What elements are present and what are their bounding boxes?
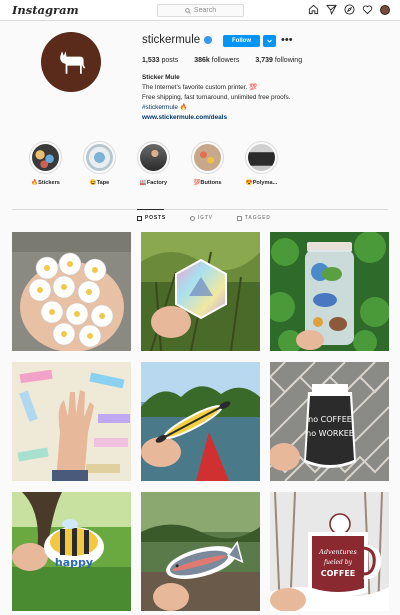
highlight-label: 😆Tape: [89, 180, 110, 186]
following-count-label: following: [274, 57, 303, 64]
profile-username: stickermule: [142, 34, 213, 46]
verified-badge-icon: [204, 36, 213, 44]
boston-stickers-image: [12, 362, 131, 481]
tab-tagged[interactable]: TAGGED: [236, 215, 271, 221]
nav-icons: [308, 4, 390, 15]
svg-text:no WORKEE: no WORKEE: [306, 429, 354, 438]
grid-icon: [137, 215, 142, 221]
top-nav: Instagram Search: [0, 0, 400, 21]
search-placeholder: Search: [193, 7, 217, 14]
tabs-divider: [12, 209, 388, 210]
active-tab-indicator: [137, 209, 164, 210]
highlight-factory[interactable]: 🏭Factory: [134, 141, 173, 186]
post-kayak-sticker[interactable]: [141, 362, 260, 481]
holographic-sticker-image: [141, 232, 260, 351]
highlight-ring: [83, 141, 116, 174]
posts-count: 1,533 posts: [142, 57, 178, 64]
igtv-icon: [189, 215, 195, 221]
username-text: stickermule: [142, 34, 201, 46]
posts-count-value: 1,533: [142, 57, 160, 64]
bee-sticker-image: happy: [12, 492, 131, 611]
post-trout-sticker[interactable]: [141, 492, 260, 611]
followers-count-value: 386k: [194, 57, 210, 64]
flower-stickers-image: [12, 232, 131, 351]
tab-tagged-label: TAGGED: [244, 215, 271, 221]
highlight-stickers[interactable]: 🔥Stickers: [26, 141, 65, 186]
kayak-sticker-image: [141, 362, 260, 481]
profile-stats: 1,533 posts 386k followers 3,739 followi…: [142, 57, 302, 64]
tab-igtv[interactable]: IGTV: [189, 215, 213, 221]
post-boston-stickers[interactable]: [12, 362, 131, 481]
highlight-thumbnail: [194, 144, 221, 171]
tab-posts[interactable]: POSTS: [137, 215, 166, 221]
bio-hashtag[interactable]: #stickermule 🔥: [142, 103, 291, 113]
highlight-thumbnail: [140, 144, 167, 171]
svg-text:fueled by: fueled by: [323, 559, 353, 566]
trout-sticker-image: [141, 492, 260, 611]
more-options-button[interactable]: •••: [281, 34, 293, 46]
follow-button[interactable]: Follow: [223, 35, 260, 47]
bio-link[interactable]: www.stickermule.com/deals: [142, 113, 291, 123]
mule-logo-icon: [60, 51, 86, 74]
highlight-label: 😍Polyma...: [245, 180, 278, 186]
svg-text:Adventures: Adventures: [318, 548, 357, 556]
svg-text:happy: happy: [55, 556, 93, 569]
story-highlights: 🔥Stickers 😆Tape 🏭Factory 💯Buttons 😍Polym…: [26, 141, 281, 186]
post-bee-sticker[interactable]: happy: [12, 492, 131, 611]
mug-sticker-image: Adventures fueled by COFFEE: [270, 492, 389, 611]
highlight-buttons[interactable]: 💯Buttons: [188, 141, 227, 186]
posts-count-label: posts: [161, 57, 179, 64]
instagram-logo[interactable]: Instagram: [12, 3, 79, 17]
profile-avatar-icon[interactable]: [380, 4, 390, 15]
profile-bio: Sticker Mule The Internet's favorite cus…: [142, 73, 291, 123]
highlight-thumbnail: [248, 144, 275, 171]
heart-icon[interactable]: [362, 4, 373, 15]
post-glass-jar-stickers[interactable]: [270, 232, 389, 351]
direct-icon[interactable]: [326, 4, 337, 15]
post-holographic-sticker[interactable]: [141, 232, 260, 351]
highlight-ring: [29, 141, 62, 174]
svg-text:no COFFEE: no COFFEE: [308, 415, 352, 424]
glass-jar-stickers-image: [270, 232, 389, 351]
posts-grid: no COFFEE no WORKEE happy Adventures fue…: [12, 232, 389, 611]
bio-line-2: Free shipping, fast turnaround, unlimite…: [142, 94, 291, 101]
search-icon: [185, 7, 191, 14]
bio-name: Sticker Mule: [142, 74, 180, 81]
home-icon[interactable]: [308, 4, 319, 15]
post-coffee-sticker[interactable]: no COFFEE no WORKEE: [270, 362, 389, 481]
chevron-down-icon: [267, 39, 272, 43]
followers-count-label: followers: [211, 57, 240, 64]
svg-text:COFFEE: COFFEE: [321, 569, 356, 578]
highlight-ring: [245, 141, 278, 174]
following-count[interactable]: 3,739 following: [255, 57, 302, 64]
explore-icon[interactable]: [344, 4, 355, 15]
followers-count[interactable]: 386k followers: [194, 57, 239, 64]
profile-avatar[interactable]: [41, 32, 101, 92]
highlight-polymailers[interactable]: 😍Polyma...: [242, 141, 281, 186]
coffee-sticker-image: no COFFEE no WORKEE: [270, 362, 389, 481]
post-mug-sticker[interactable]: Adventures fueled by COFFEE: [270, 492, 389, 611]
tab-igtv-label: IGTV: [197, 215, 213, 221]
highlight-tape[interactable]: 😆Tape: [80, 141, 119, 186]
highlight-thumbnail: [32, 144, 59, 171]
post-flower-stickers[interactable]: [12, 232, 131, 351]
highlight-ring: [191, 141, 224, 174]
suggested-dropdown-button[interactable]: [263, 35, 276, 47]
highlight-ring: [137, 141, 170, 174]
highlight-label: 💯Buttons: [193, 180, 222, 186]
highlight-thumbnail: [86, 144, 113, 171]
search-input[interactable]: Search: [157, 4, 244, 17]
tagged-icon: [236, 215, 242, 221]
tab-posts-label: POSTS: [145, 215, 166, 221]
highlight-label: 🏭Factory: [139, 180, 168, 186]
profile-tabs: POSTS IGTV TAGGED: [137, 215, 271, 221]
following-count-value: 3,739: [255, 57, 273, 64]
bio-line-1: The Internet's favorite custom printer. …: [142, 84, 258, 91]
highlight-label: 🔥Stickers: [31, 180, 60, 186]
